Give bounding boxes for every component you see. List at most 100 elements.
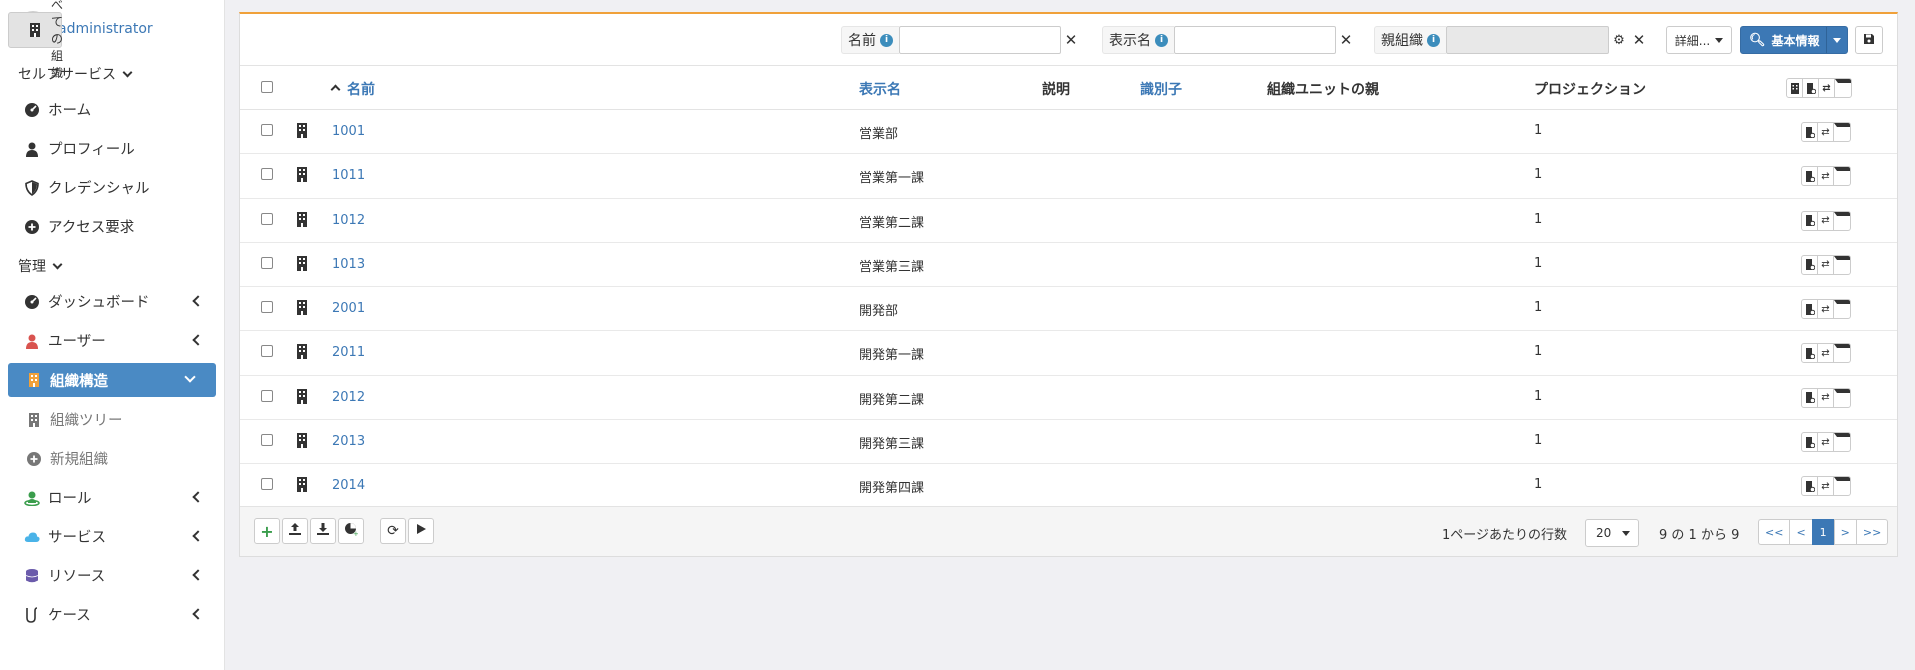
row-name-link[interactable]: 1013 [332, 257, 365, 272]
clear-display-icon[interactable]: ✕ [1336, 31, 1356, 49]
export-button[interactable] [310, 518, 336, 544]
caret-down-icon[interactable] [1834, 344, 1850, 362]
import-button[interactable] [282, 518, 308, 544]
row-name-link[interactable]: 2013 [332, 434, 365, 449]
building-gear-icon[interactable] [1802, 211, 1818, 230]
row-name-link[interactable]: 1012 [332, 213, 365, 228]
row-checkbox[interactable] [261, 168, 273, 181]
row-actions[interactable]: ⇄ [1801, 254, 1851, 275]
caret-down-icon[interactable] [1834, 167, 1850, 185]
add-button[interactable]: + [254, 518, 280, 544]
basic-search-button[interactable]: 🔍︎ 基本情報 [1740, 26, 1848, 54]
caret-down-icon[interactable] [1834, 123, 1850, 141]
report-button[interactable]: + [338, 518, 364, 544]
row-checkbox[interactable] [261, 212, 273, 225]
row-name-link[interactable]: 1001 [332, 124, 365, 139]
save-button[interactable] [1855, 26, 1883, 54]
header-identifier[interactable]: 識別子 [1140, 79, 1182, 99]
clear-parent-icon[interactable]: ✕ [1629, 31, 1649, 49]
row-actions[interactable]: ⇄ [1801, 210, 1851, 231]
info-icon[interactable]: i [880, 33, 893, 47]
caret-down-icon[interactable] [1835, 79, 1851, 97]
caret-down-icon[interactable] [1834, 211, 1850, 230]
building-gear-icon[interactable] [1803, 79, 1819, 97]
row-checkbox[interactable] [261, 345, 273, 358]
exchange-icon[interactable]: ⇄ [1818, 344, 1834, 363]
section-admin[interactable]: 管理 [0, 250, 224, 282]
row-checkbox[interactable] [261, 301, 273, 314]
row-checkbox[interactable] [261, 389, 273, 402]
exchange-icon[interactable]: ⇄ [1818, 167, 1834, 186]
next-page-button[interactable]: > [1833, 519, 1856, 545]
row-actions[interactable]: ⇄ [1801, 387, 1851, 408]
sidebar-item-cases[interactable]: ケース [0, 595, 224, 634]
sidebar-item-roles[interactable]: ロール [0, 478, 224, 517]
building-gear-icon[interactable] [1802, 255, 1818, 274]
caret-down-icon[interactable] [1833, 38, 1841, 43]
row-checkbox[interactable] [261, 124, 273, 136]
prev-page-button[interactable]: < [1789, 519, 1812, 545]
row-name-link[interactable]: 2011 [332, 345, 365, 360]
first-page-button[interactable]: << [1758, 519, 1790, 545]
sidebar-item-new-org[interactable]: 新規組織 [0, 439, 224, 478]
play-button[interactable] [408, 518, 434, 544]
exchange-icon[interactable]: ⇄ [1818, 477, 1834, 496]
sidebar-item-services[interactable]: サービス [0, 517, 224, 556]
sidebar-item-dashboard[interactable]: ダッシュボード [0, 282, 224, 321]
building-gear-icon[interactable] [1802, 300, 1818, 319]
row-name-link[interactable]: 2012 [332, 390, 365, 405]
building-gear-icon[interactable] [1802, 433, 1818, 452]
sidebar-item-org-tree[interactable]: 組織ツリー [0, 400, 224, 439]
name-filter-input[interactable] [899, 26, 1061, 54]
display-filter-input[interactable] [1174, 26, 1336, 54]
more-button[interactable]: 詳細... [1666, 26, 1732, 54]
user-name[interactable]: administrator [58, 21, 153, 37]
building-gear-icon[interactable] [1802, 477, 1818, 496]
row-name-link[interactable]: 2001 [332, 301, 365, 316]
exchange-icon[interactable]: ⇄ [1818, 123, 1834, 141]
row-actions[interactable]: ⇄ [1801, 166, 1851, 187]
refresh-button[interactable]: ⟳ [380, 518, 406, 544]
sidebar-item-home[interactable]: ホーム [0, 90, 224, 129]
building-gear-icon[interactable] [1802, 388, 1818, 407]
caret-down-icon[interactable] [1834, 388, 1850, 407]
sidebar-item-org-structure[interactable]: 組織構造 [8, 363, 216, 397]
row-name-link[interactable]: 2014 [332, 478, 365, 493]
caret-down-icon[interactable] [1834, 477, 1850, 495]
rows-per-page-select[interactable]: 20 [1585, 519, 1639, 547]
sidebar-item-profile[interactable]: プロフィール [0, 129, 224, 168]
row-checkbox[interactable] [261, 256, 273, 269]
page-1-button[interactable]: 1 [1811, 519, 1834, 545]
exchange-icon[interactable]: ⇄ [1818, 255, 1834, 274]
caret-down-icon[interactable] [1834, 433, 1850, 451]
caret-down-icon[interactable] [1834, 300, 1850, 318]
building-gear-icon[interactable] [1802, 123, 1818, 141]
row-actions[interactable]: ⇄ [1801, 122, 1851, 142]
header-actions[interactable]: ⇄ [1786, 78, 1852, 98]
header-name[interactable]: 名前 [330, 79, 375, 99]
exchange-icon[interactable]: ⇄ [1818, 433, 1834, 452]
building-gear-icon[interactable] [1802, 344, 1818, 363]
exchange-icon[interactable]: ⇄ [1818, 300, 1834, 319]
exchange-icon[interactable]: ⇄ [1819, 79, 1835, 97]
exchange-icon[interactable]: ⇄ [1818, 388, 1834, 407]
exchange-icon[interactable]: ⇄ [1818, 211, 1834, 230]
last-page-button[interactable]: >> [1855, 519, 1889, 545]
clear-name-icon[interactable]: ✕ [1061, 31, 1081, 49]
building-gear-icon[interactable] [1802, 167, 1818, 186]
info-icon[interactable]: i [1427, 33, 1440, 47]
header-display-name[interactable]: 表示名 [859, 79, 901, 99]
row-actions[interactable]: ⇄ [1801, 432, 1851, 453]
sidebar-item-credentials[interactable]: クレデンシャル [0, 168, 224, 207]
row-name-link[interactable]: 1011 [332, 168, 365, 183]
sidebar-item-resources[interactable]: リソース [0, 556, 224, 595]
sidebar-item-users[interactable]: ユーザー [0, 321, 224, 360]
building-icon[interactable] [1787, 79, 1803, 97]
parent-filter-input[interactable] [1446, 26, 1609, 54]
row-actions[interactable]: ⇄ [1801, 476, 1851, 497]
section-self-service[interactable]: セルフサービス [0, 58, 224, 90]
sidebar-item-access-request[interactable]: アクセス要求 [0, 207, 224, 246]
row-checkbox[interactable] [261, 478, 273, 491]
info-icon[interactable]: i [1155, 33, 1168, 47]
select-all-checkbox[interactable] [261, 81, 273, 93]
